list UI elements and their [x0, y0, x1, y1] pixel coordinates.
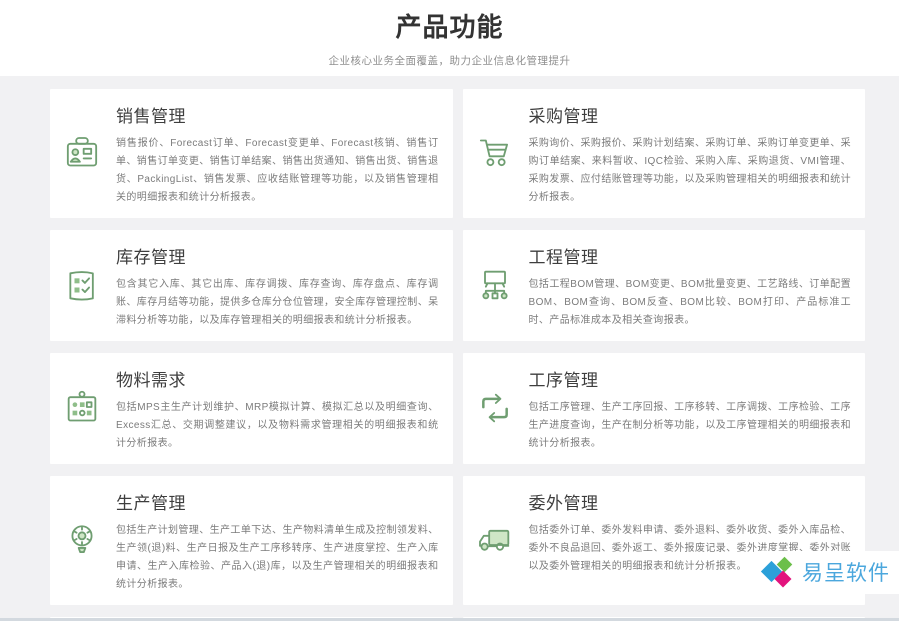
card-description: 包括生产计划管理、生产工单下达、生产物料清单生成及控制领发料、生产领(退)料、生…: [116, 522, 439, 594]
watermark-brand-text: 易呈软件: [802, 557, 890, 587]
card-title: 生产管理: [116, 489, 439, 514]
gear-bulb-icon: [62, 486, 102, 594]
card-title: 物料需求: [116, 366, 439, 391]
bom-tree-icon: [475, 240, 515, 330]
feature-card-6: 工序管理 包括工序管理、生产工序回报、工序移转、工序调拨、工序检验、工序生产进度…: [463, 353, 866, 464]
truck-icon: [475, 486, 515, 594]
feature-cards-grid: 销售管理 销售报价、Forecast订单、Forecast变更单、Forecas…: [50, 89, 865, 621]
card-description: 包含其它入库、其它出库、库存调拨、库存查询、库存盘点、库存调账、库存月结等功能，…: [116, 276, 439, 330]
feature-card-3: 库存管理 包含其它入库、其它出库、库存调拨、库存查询、库存盘点、库存调账、库存月…: [50, 230, 453, 341]
product-features-page: 产品功能 企业核心业务全面覆盖，助力企业信息化管理提升 销售管理 销售报价、Fo…: [0, 0, 899, 621]
feature-card-4: 工程管理 包括工程BOM管理、BOM变更、BOM批量变更、工艺路线、订单配置BO…: [463, 230, 866, 341]
page-header: 产品功能 企业核心业务全面覆盖，助力企业信息化管理提升: [0, 0, 899, 76]
card-description: 包括工序管理、生产工序回报、工序移转、工序调拨、工序检验、工序生产进度查询，生产…: [529, 399, 852, 453]
feature-card-7: 生产管理 包括生产计划管理、生产工单下达、生产物料清单生成及控制领发料、生产领(…: [50, 476, 453, 605]
card-title: 销售管理: [116, 102, 439, 127]
workflow-arrows-icon: [475, 363, 515, 453]
card-title: 工程管理: [529, 243, 852, 268]
page-subtitle: 企业核心业务全面覆盖，助力企业信息化管理提升: [0, 53, 899, 68]
card-title: 委外管理: [529, 489, 852, 514]
card-description: 销售报价、Forecast订单、Forecast变更单、Forecast核销、销…: [116, 135, 439, 207]
card-title: 库存管理: [116, 243, 439, 268]
feature-card-2: 采购管理 采购询价、采购报价、采购计划结案、采购订单、采购订单变更单、采购订单结…: [463, 89, 866, 218]
feature-card-1: 销售管理 销售报价、Forecast订单、Forecast变更单、Forecas…: [50, 89, 453, 218]
feature-card-5: 物料需求 包括MPS主生产计划维护、MRP模拟计算、模拟汇总以及明细查询、Exc…: [50, 353, 453, 464]
features-section: 销售管理 销售报价、Forecast订单、Forecast变更单、Forecas…: [0, 76, 899, 618]
checklist-icon: [62, 240, 102, 330]
card-description: 包括工程BOM管理、BOM变更、BOM批量变更、工艺路线、订单配置BOM、BOM…: [529, 276, 852, 330]
page-title: 产品功能: [0, 7, 899, 44]
card-title: 采购管理: [529, 102, 852, 127]
card-title: 工序管理: [529, 366, 852, 391]
brand-watermark: 易呈软件: [755, 551, 899, 594]
card-description: 包括MPS主生产计划维护、MRP模拟计算、模拟汇总以及明细查询、Excess汇总…: [116, 399, 439, 453]
card-description: 采购询价、采购报价、采购计划结案、采购订单、采购订单变更单、采购订单结案、来料暂…: [529, 135, 852, 207]
yicheng-logo-icon: [763, 556, 795, 588]
shopping-cart-icon: [475, 99, 515, 207]
id-badge-icon: [62, 99, 102, 207]
calendar-icon: [62, 363, 102, 453]
